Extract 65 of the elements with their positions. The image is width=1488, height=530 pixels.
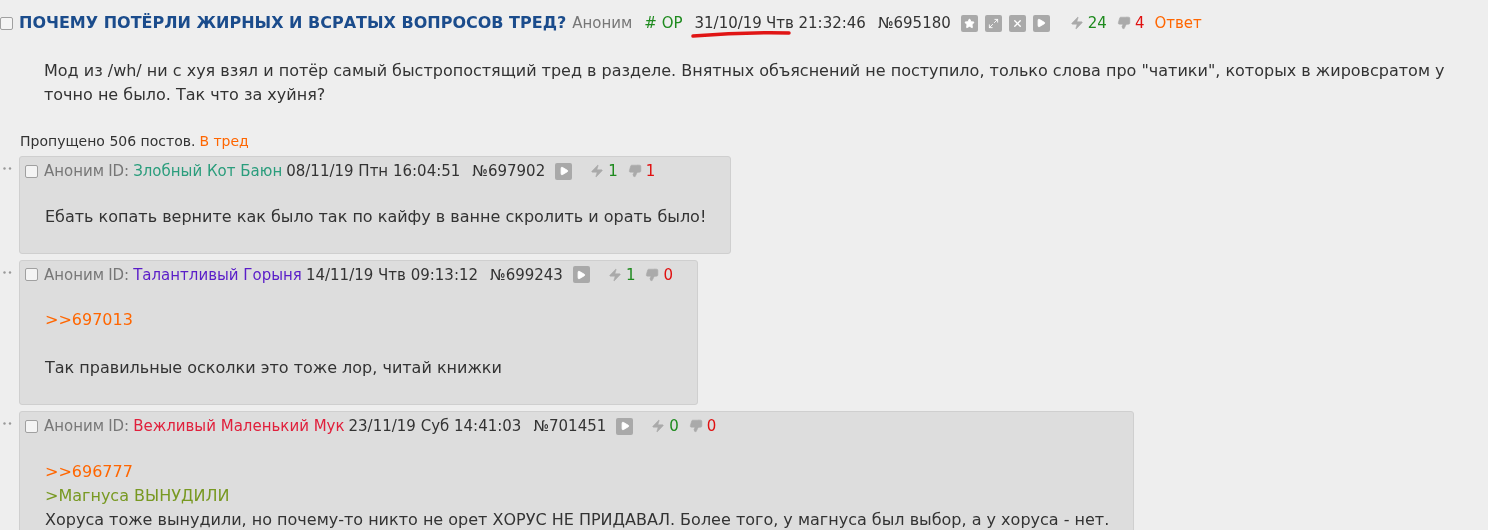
post-date: 31/10/19 [694,12,762,34]
lightning-icon[interactable] [1069,16,1084,30]
poster-id-name: Талантливый Горыня [133,264,302,286]
close-icon [1011,17,1023,29]
dislike-count: 4 [1134,12,1145,34]
dislike-count: 0 [663,264,673,286]
dots-icon [3,167,12,170]
thumbs-down-icon[interactable] [1116,16,1131,30]
dislike-count: 1 [645,161,656,182]
id-label: ID: [108,416,130,437]
post-text: Ебать копать верните как было так по кайфу в ванне скролить и орать было! [45,205,707,228]
play-button[interactable] [555,162,573,180]
play-icon [1036,18,1047,28]
checkbox[interactable] [0,16,13,30]
post-date: 14/11/19 Чтв 09:13:12 [305,264,479,286]
star-icon [963,17,975,29]
checkbox[interactable] [25,419,38,433]
dots-icon [3,270,12,274]
poster-id-name: Вежливый Маленький Мук [133,416,345,437]
thread-title: ПОЧЕМУ ПОТЁРЛИ ЖИРНЫХ И ВСРАТЫХ ВОПРОСОВ ТРЕД? [19,12,567,34]
thumbs-down-icon[interactable] [627,164,642,179]
thumbs-down-icon[interactable] [645,267,660,282]
author-name: Аноним [44,161,105,182]
play-button[interactable] [616,417,634,435]
post-number[interactable]: №697902 [472,160,546,183]
author-name: Аноним [572,12,633,34]
post-text: точно не было. Так что за хуйня? [44,84,326,106]
like-count: 0 [669,416,679,437]
post-text: Хоруса тоже вынудили, но почему-то никто не орет ХОРУС НЕ ПРИДАВАЛ. Более того, у магнуса был выбор, а у хоруса - нет. [45,508,1110,530]
thumbs-down-icon[interactable] [688,419,703,434]
quote-text: >Магнуса ВЫНУДИЛИ [45,484,230,507]
expand-icon [987,17,999,29]
dots-icon [3,422,12,425]
checkbox[interactable] [25,164,38,178]
post-number[interactable]: №699243 [490,263,563,286]
post-text: Мод из /wh/ ни с хуя взял и потёр самый быстропостящий тред в разделе. Внятных объяснений не поступило, только слова про "чатики", которых в жировсратом у [44,60,1445,82]
post-date: 08/11/19 Птн 16:04:51 [286,161,461,182]
play-icon [619,421,630,431]
post-date: 23/11/19 Суб 14:41:03 [348,416,522,437]
post-text: Так правильные осколки это тоже лор, читай книжки [45,357,502,379]
play-button[interactable] [572,266,590,283]
like-count: 1 [625,264,636,286]
play-icon [558,166,569,176]
dislike-count: 0 [706,416,717,437]
checkbox[interactable] [25,268,38,282]
lightning-icon[interactable] [651,419,666,434]
lightning-icon[interactable] [590,164,605,179]
post-time: Чтв 21:32:46 [765,12,866,34]
expand-button[interactable] [984,14,1002,32]
id-label: ID: [108,264,130,286]
id-label: ID: [108,161,130,182]
post-number[interactable]: №695180 [877,11,951,35]
author-name: Аноним [44,264,105,286]
lightning-icon[interactable] [607,267,622,282]
like-count: 1 [608,161,618,182]
op-tag: # OP [644,11,683,35]
like-count: 24 [1087,12,1107,34]
post-number[interactable]: №701451 [533,415,607,438]
star-button[interactable] [960,14,978,32]
author-name: Аноним [44,416,105,437]
omitted-posts-text: Пропущено 506 постов. [20,132,196,151]
poster-id-name: Злобный Кот Баюн [133,161,283,182]
play-icon [576,269,587,280]
play-button[interactable] [1032,14,1050,32]
close-button[interactable] [1008,14,1026,32]
